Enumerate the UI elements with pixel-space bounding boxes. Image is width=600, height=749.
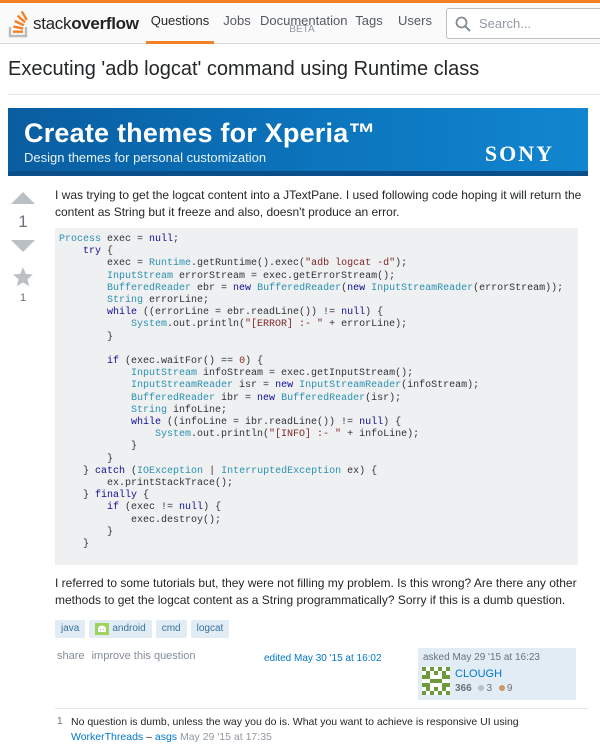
android-icon <box>95 623 110 635</box>
search-icon <box>455 16 471 32</box>
reputation: 366 3 9 <box>455 683 512 694</box>
comment-user[interactable]: asgs <box>155 731 177 743</box>
reputation-score: 366 <box>455 683 472 694</box>
comment-score: 1 <box>57 716 63 727</box>
owner-card: asked May 29 '15 at 16:23 CLOUGH 366 3 9 <box>418 648 576 700</box>
top-bar: stackoverflow Questions Jobs Documentati… <box>0 0 600 44</box>
comment-divider <box>55 708 588 709</box>
comment-text: No question is dumb, unless the way you … <box>71 716 519 728</box>
asked-date: asked May 29 '15 at 16:23 <box>423 652 540 663</box>
site-logo[interactable]: stackoverflow <box>8 6 143 42</box>
tag-cmd[interactable]: cmd <box>155 620 187 638</box>
code-block: Process exec = null; try { exec = Runtim… <box>55 228 578 565</box>
search-input[interactable] <box>479 16 589 31</box>
silver-badge-icon <box>478 685 485 692</box>
search-box[interactable] <box>446 8 600 39</box>
tag-java[interactable]: java <box>55 620 86 638</box>
star-icon[interactable] <box>12 266 34 288</box>
nav-tags[interactable]: Tags <box>344 3 394 44</box>
comment: No question is dumb, unless the way you … <box>71 715 561 745</box>
comment-link[interactable]: WorkerThreads <box>71 731 143 743</box>
tag-android[interactable]: android <box>89 620 152 638</box>
avatar[interactable] <box>422 667 450 695</box>
beta-badge: BETA <box>289 24 315 35</box>
bronze-badge-count: 9 <box>506 683 513 694</box>
post-menu: share improve this question <box>57 650 200 662</box>
bronze-badge-icon <box>498 685 505 692</box>
logo-suffix: overflow <box>71 14 139 33</box>
edited-link[interactable]: edited May 30 '15 at 16:02 <box>264 653 382 664</box>
comment-separator: – <box>143 731 155 743</box>
ad-banner[interactable]: Create themes for Xperia™ Design themes … <box>8 108 588 176</box>
nav-documentation[interactable]: Documentation BETA <box>260 3 347 44</box>
user-name[interactable]: CLOUGH <box>455 668 502 680</box>
arrow-up-icon[interactable] <box>11 192 35 204</box>
nav-questions[interactable]: Questions <box>146 3 214 44</box>
improve-link[interactable]: improve this question <box>92 650 196 662</box>
tag-list: java android cmd logcat <box>55 620 230 638</box>
ad-brand-logo: SONY <box>484 141 554 166</box>
nav-users[interactable]: Users <box>394 3 436 44</box>
ad-subline: Design themes for personal customization <box>24 150 267 165</box>
question-outro: I referred to some tutorials but, they w… <box>55 576 577 607</box>
arrow-down-icon[interactable] <box>11 240 35 252</box>
nav-jobs[interactable]: Jobs <box>214 3 260 44</box>
comment-date: May 29 '15 at 17:35 <box>179 731 272 743</box>
vote-count: 1 <box>18 212 28 231</box>
logo-prefix: stack <box>33 14 72 33</box>
favorite-count: 1 <box>19 292 27 304</box>
tag-logcat[interactable]: logcat <box>190 620 230 638</box>
question-title[interactable]: Executing 'adb logcat' command using Run… <box>8 58 479 81</box>
divider <box>8 94 600 95</box>
silver-badge-count: 3 <box>486 683 493 694</box>
share-link[interactable]: share <box>57 650 85 662</box>
question-intro: I was trying to get the logcat content i… <box>55 188 582 219</box>
ad-headline: Create themes for Xperia™ <box>24 118 376 148</box>
stack-icon <box>8 10 28 38</box>
ad-stripe <box>8 171 588 176</box>
